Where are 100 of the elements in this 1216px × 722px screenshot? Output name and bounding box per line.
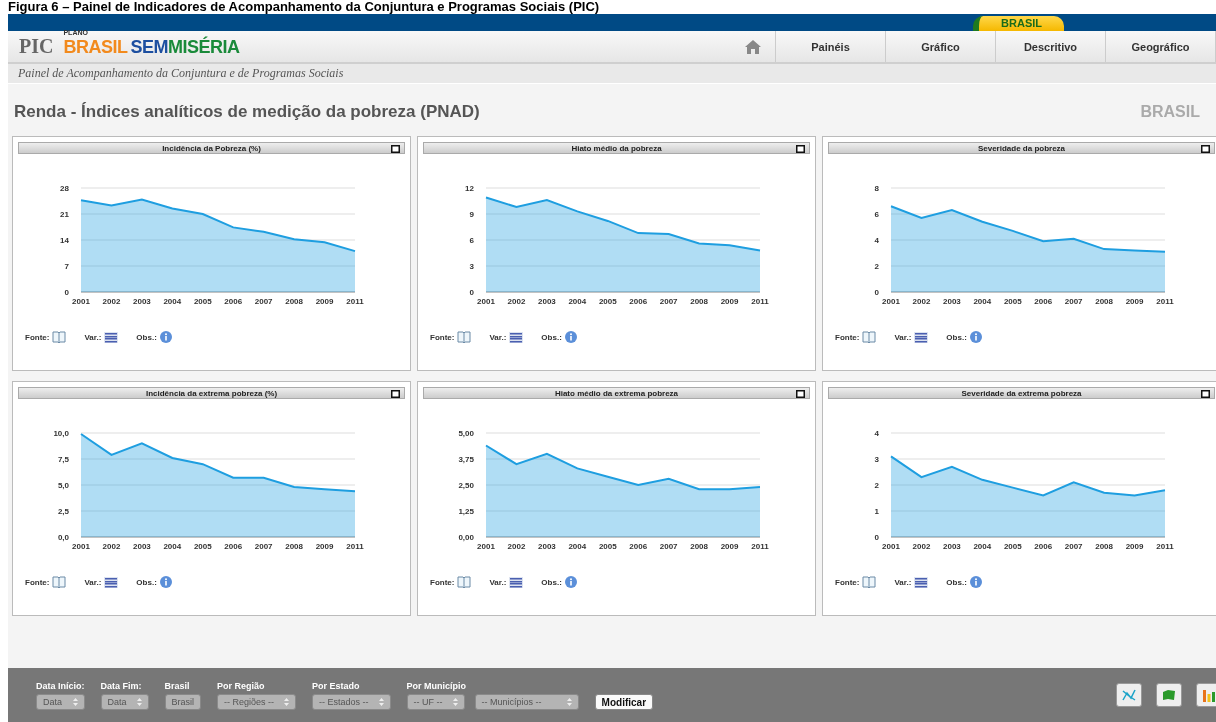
maximize-icon[interactable]: [1201, 145, 1210, 153]
table-icon[interactable]: [104, 576, 119, 588]
y-tick-label: 2,5: [57, 507, 69, 516]
panel-title: Hiato médio da pobreza: [571, 143, 662, 153]
x-tick-label: 2009: [1125, 542, 1144, 551]
network-chart-button[interactable]: [1116, 683, 1142, 707]
y-tick-label: 5,00: [458, 429, 474, 438]
x-tick-label: 2003: [538, 297, 556, 306]
x-tick-label: 2004: [973, 297, 992, 306]
x-tick-label: 2002: [507, 297, 526, 306]
y-tick-label: 5,0: [57, 481, 69, 490]
maximize-icon[interactable]: [391, 390, 400, 398]
y-tick-label: 0: [874, 288, 879, 297]
x-tick-label: 2009: [315, 297, 334, 306]
notes-label: Obs.:: [541, 332, 562, 342]
subtitle: Painel de Acompanhamento da Conjuntura e de Programas Sociais: [8, 64, 1216, 84]
logo-text: SEM: [130, 37, 168, 58]
y-tick-label: 1,25: [458, 507, 474, 516]
source-label: Fonte:: [835, 577, 860, 587]
x-tick-label: 2007: [1064, 542, 1083, 551]
updown-arrow-icon: [452, 697, 458, 706]
info-icon[interactable]: [159, 576, 172, 588]
y-tick-label: 0,00: [458, 533, 474, 542]
map-button[interactable]: [1156, 683, 1182, 707]
nav-tab[interactable]: Gráfico: [886, 31, 996, 62]
x-tick-label: 2002: [507, 542, 526, 551]
x-tick-label: 2001: [882, 297, 900, 306]
y-tick-label: 4: [874, 429, 879, 438]
table-icon[interactable]: [509, 576, 524, 588]
home-icon[interactable]: [745, 39, 761, 54]
book-icon[interactable]: [457, 331, 472, 343]
x-tick-label: 2004: [163, 297, 182, 306]
x-tick-label: 2009: [720, 297, 739, 306]
x-tick-label: 2002: [102, 297, 121, 306]
table-icon[interactable]: [104, 331, 119, 343]
x-tick-label: 2001: [72, 542, 90, 551]
book-icon[interactable]: [52, 576, 67, 588]
y-tick-label: 0: [874, 533, 879, 542]
y-tick-label: 8: [874, 184, 879, 193]
x-tick-label: 2001: [477, 542, 495, 551]
table-icon[interactable]: [914, 576, 929, 588]
source-label: Fonte:: [430, 332, 455, 342]
x-tick-label: 2007: [1064, 297, 1083, 306]
y-tick-label: 21: [60, 210, 69, 219]
figure-caption: Figura 6 – Painel de Indicadores de Acompanhamento da Conjuntura e Programas Sociais (PIC): [7, 0, 601, 14]
x-tick-label: 2008: [690, 542, 708, 551]
nav-tab[interactable]: Geográfico: [1106, 31, 1216, 62]
maximize-icon[interactable]: [796, 390, 805, 398]
x-tick-label: 2008: [1095, 297, 1113, 306]
panel-title: Incidência da extrema pobreza (%): [145, 388, 278, 398]
x-tick-label: 2005: [598, 297, 617, 306]
panel-title: Severidade da pobreza: [977, 143, 1066, 153]
nav-tab[interactable]: Painéis: [776, 31, 886, 62]
source-label: Fonte:: [430, 577, 455, 587]
nav-tab[interactable]: Descritivo: [996, 31, 1106, 62]
x-tick-label: 2002: [102, 542, 121, 551]
x-tick-label: 2007: [659, 542, 678, 551]
info-icon[interactable]: [564, 331, 577, 343]
notes-label: Obs.:: [946, 577, 967, 587]
info-icon[interactable]: [159, 331, 172, 343]
book-icon[interactable]: [457, 576, 472, 588]
x-tick-label: 2004: [973, 542, 992, 551]
x-tick-label: 2008: [285, 297, 303, 306]
maximize-icon[interactable]: [1201, 390, 1210, 398]
x-tick-label: 2001: [882, 542, 900, 551]
y-tick-label: 7: [64, 262, 69, 271]
notes-label: Obs.:: [946, 332, 967, 342]
info-icon[interactable]: [969, 576, 982, 588]
x-tick-label: 2005: [1003, 297, 1022, 306]
logo-text: MISÉRIA: [167, 37, 240, 58]
maximize-icon[interactable]: [796, 145, 805, 153]
variable-label: Var.:: [84, 332, 102, 342]
x-tick-label: 2007: [254, 297, 273, 306]
y-tick-label: 10,0: [53, 429, 69, 438]
filter-label: Por Estado: [312, 680, 361, 691]
filter-label: Data Fim:: [100, 680, 143, 691]
x-tick-label: 2005: [1003, 542, 1022, 551]
y-tick-label: 12: [465, 184, 474, 193]
maximize-icon[interactable]: [391, 145, 400, 153]
table-icon[interactable]: [914, 331, 929, 343]
bar-chart-button[interactable]: [1196, 683, 1216, 707]
y-tick-label: 3: [874, 455, 879, 464]
x-tick-label: 2003: [538, 542, 556, 551]
x-tick-label: 2006: [1034, 542, 1053, 551]
brasil-tab[interactable]: BRASIL: [973, 16, 1064, 31]
book-icon[interactable]: [52, 331, 67, 343]
x-tick-label: 2011: [1156, 297, 1174, 306]
book-icon[interactable]: [862, 576, 877, 588]
modify-button[interactable]: Modificar: [594, 694, 654, 710]
y-tick-label: 4: [874, 236, 879, 245]
x-tick-label: 2011: [751, 542, 769, 551]
table-icon[interactable]: [509, 331, 524, 343]
x-tick-label: 2004: [568, 297, 587, 306]
x-tick-label: 2002: [912, 542, 931, 551]
variable-label: Var.:: [894, 577, 912, 587]
y-tick-label: 2: [874, 262, 879, 271]
info-icon[interactable]: [969, 331, 982, 343]
book-icon[interactable]: [862, 331, 877, 343]
info-icon[interactable]: [564, 576, 577, 588]
x-tick-label: 2002: [912, 297, 931, 306]
